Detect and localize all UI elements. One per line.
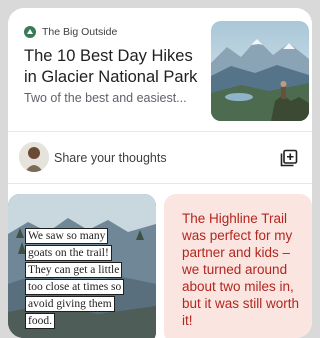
- user-avatar-image: [19, 142, 49, 172]
- add-post-button[interactable]: [278, 147, 300, 169]
- caption-line: food.: [25, 313, 55, 329]
- comment-input[interactable]: Share your thoughts: [54, 151, 167, 165]
- comment-composer[interactable]: Share your thoughts: [8, 132, 312, 184]
- feed-card: The Big Outside The 10 Best Day Hikes in…: [8, 8, 312, 338]
- article-card[interactable]: The Big Outside The 10 Best Day Hikes in…: [8, 8, 312, 132]
- article-thumbnail[interactable]: [211, 21, 309, 121]
- caption-line: We saw so many: [25, 228, 109, 244]
- text-post[interactable]: The Highline Trail was perfect for my pa…: [164, 194, 312, 338]
- photo-post[interactable]: We saw so many goats on the trail! They …: [8, 194, 156, 338]
- caption-line: too close at times so: [25, 279, 125, 295]
- source-name: The Big Outside: [42, 26, 118, 38]
- avatar[interactable]: [19, 142, 49, 172]
- mountain-photo: [211, 21, 309, 121]
- caption-line: They can get a little: [25, 262, 123, 278]
- text-post-body: The Highline Trail was perfect for my pa…: [182, 211, 300, 328]
- article-snippet: Two of the best and easiest...: [24, 91, 187, 105]
- caption-line: avoid giving them: [25, 296, 115, 312]
- article-headline[interactable]: The 10 Best Day Hikes in Glacier Nationa…: [24, 46, 209, 88]
- article-source: The Big Outside: [24, 26, 117, 38]
- caption-line: goats on the trail!: [25, 245, 112, 261]
- mountain-logo-icon: [24, 26, 36, 38]
- add-post-icon: [280, 149, 298, 167]
